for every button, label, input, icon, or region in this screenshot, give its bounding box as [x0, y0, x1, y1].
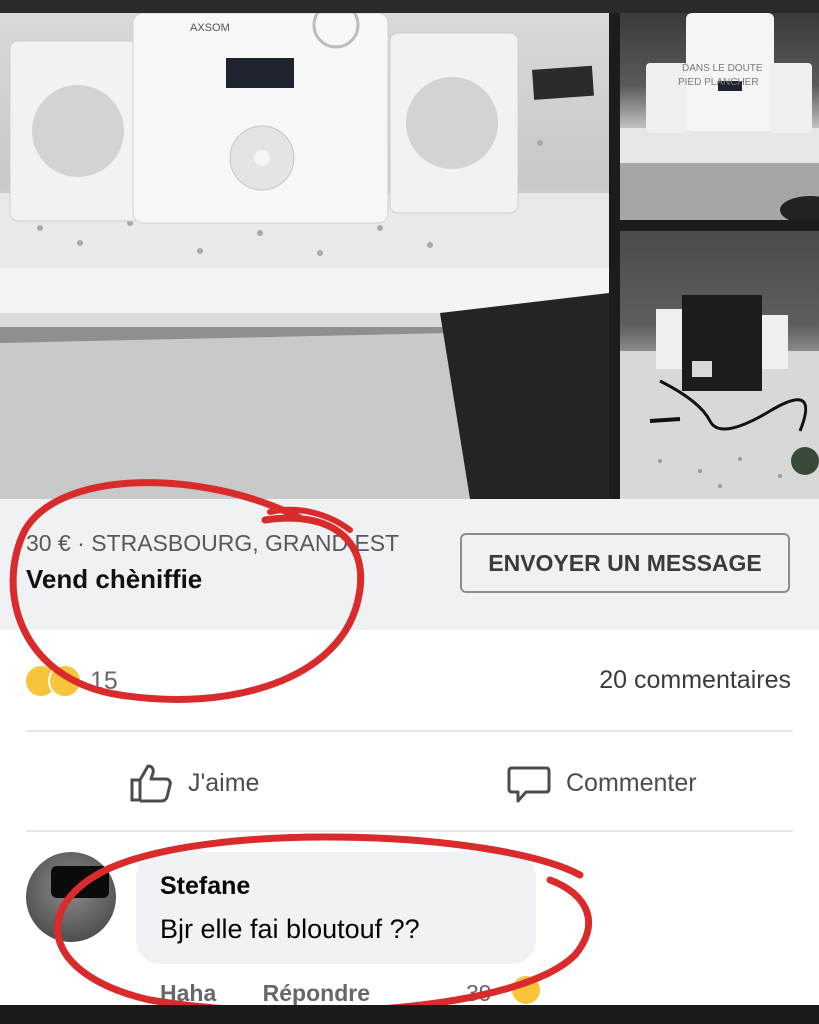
wow-emoji-icon [48, 664, 82, 698]
haha-emoji-icon [512, 976, 540, 1004]
watermark-line2: PIED PLANCHER [678, 77, 759, 88]
post-body: 15 20 commentaires J'aime Commenter Stef… [0, 630, 819, 1007]
reaction-count: 15 [90, 666, 118, 695]
listing-photo-3[interactable] [620, 231, 819, 499]
thumbs-up-icon [130, 764, 172, 803]
brand-label: AXSOM [190, 22, 230, 34]
comment-label: Commenter [566, 768, 697, 797]
reply-link[interactable]: Répondre [263, 980, 370, 1006]
listing-photo-2[interactable]: DANS LE DOUTE PIED PLANCHER [620, 13, 819, 220]
stereo-back-photo [620, 295, 819, 499]
like-button[interactable]: J'aime [128, 760, 259, 806]
comment-actions: Haha Répondre [160, 980, 410, 1007]
listing-photo-main[interactable]: AXSOM [0, 13, 609, 499]
stereo-photo: AXSOM [0, 13, 609, 499]
comment-text: Bjr elle fai bloutouf ?? [160, 914, 420, 944]
listing-info: 30 € · STRASBOURG, GRAND EST Vend chènif… [0, 499, 819, 630]
stereo-photo-2: DANS LE DOUTE PIED PLANCHER [620, 13, 819, 220]
comment-reaction-count: 39 [466, 980, 492, 1006]
avatar[interactable] [26, 852, 116, 942]
comment-bubble-icon [507, 766, 551, 803]
comment-bubble: Stefane Bjr elle fai bloutouf ?? [136, 852, 536, 964]
send-message-button[interactable]: ENVOYER UN MESSAGE [460, 533, 790, 593]
comment-button[interactable]: Commenter [506, 760, 697, 806]
comment-author[interactable]: Stefane [160, 872, 250, 901]
divider [26, 730, 793, 732]
watermark-line1: DANS LE DOUTE [682, 63, 763, 74]
bottom-bar [0, 1005, 819, 1024]
comments-count[interactable]: 20 commentaires [599, 666, 791, 695]
avatar-censor-bar [51, 866, 109, 898]
reactions-summary[interactable]: 15 [24, 664, 118, 698]
like-label: J'aime [188, 768, 260, 797]
top-bar [0, 0, 819, 13]
divider [26, 830, 793, 832]
haha-reaction-link[interactable]: Haha [160, 980, 216, 1006]
price-location: 30 € · STRASBOURG, GRAND EST [26, 530, 400, 556]
listing-title: Vend chèniffie [26, 564, 203, 594]
